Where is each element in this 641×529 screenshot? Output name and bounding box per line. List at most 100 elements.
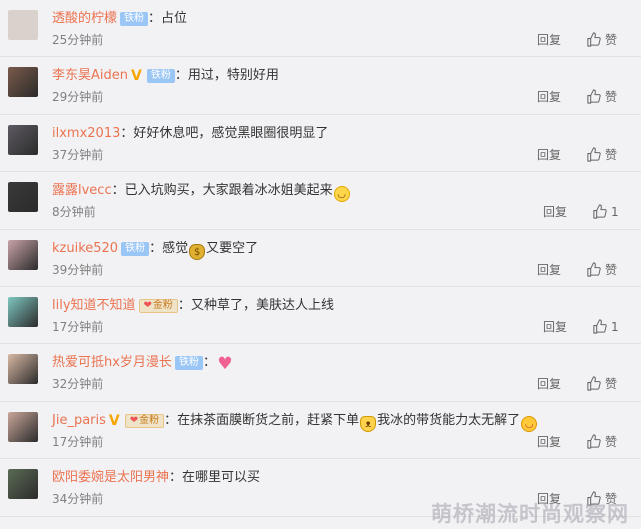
like-count: 赞	[605, 262, 618, 277]
comment-line: Jie_paris V ❤金粉 ：在抹茶面膜断货之前，赶紧下单 ᴥ 我冰的带货能力太无解了…	[52, 411, 631, 432]
comment-text-continued: 又要空了	[206, 240, 259, 256]
thumbs-up-icon	[592, 319, 607, 339]
colon-separator: ：	[202, 355, 216, 371]
username-link[interactable]: 热爱可抵hx岁月漫长	[52, 355, 172, 370]
like-count: 赞	[605, 377, 618, 392]
reply-button[interactable]: 回复	[537, 261, 561, 279]
verified-v-icon: V	[131, 68, 142, 85]
colon-separator: ：	[148, 11, 162, 26]
comment-time: 29分钟前	[52, 90, 104, 105]
comment-time: 32分钟前	[52, 377, 104, 392]
comment-text: 占位	[161, 11, 188, 26]
avatar[interactable]	[8, 124, 38, 155]
like-count: 赞	[605, 434, 618, 449]
reply-button[interactable]: 回复	[543, 203, 567, 221]
username-link[interactable]: 李东昊Aiden	[52, 68, 128, 83]
fan-badge[interactable]: 铁粉	[120, 12, 149, 26]
comment-item: 热爱可抵hx岁月漫长 铁粉 ：♥ 32分钟前 回复 赞	[0, 344, 641, 402]
reply-button[interactable]: 回复	[537, 375, 561, 393]
avatar[interactable]	[8, 469, 38, 500]
reply-button[interactable]: 回复	[543, 318, 567, 336]
reply-button[interactable]: 回复	[537, 88, 561, 106]
avatar[interactable]	[8, 10, 38, 40]
username-link[interactable]: 欧阳委婉是太阳男神	[52, 470, 169, 485]
username-link[interactable]: 露露lvecc	[52, 183, 112, 198]
fan-badge[interactable]: 铁粉	[121, 241, 150, 256]
thumbs-up-icon	[592, 204, 607, 224]
comment-text: 在哪里可以买	[182, 470, 261, 486]
comment-list: 透酸的柠檬 铁粉 ：占位 25分钟前 回复赞李东昊Aiden V 铁粉 ：用过，特别好用 29分…	[0, 0, 641, 517]
comment-text: 感觉	[162, 240, 189, 256]
thumbs-up-icon	[586, 89, 601, 109]
grin-emoji-icon: ◡	[333, 186, 350, 203]
avatar[interactable]	[8, 182, 38, 213]
comment-line: 欧阳委婉是太阳男神：在哪里可以买	[52, 468, 631, 488]
comment-line: 李东昊Aiden V 铁粉 ：用过，特别好用	[52, 66, 631, 86]
colon-separator: ：	[120, 125, 134, 141]
heart-emoji-icon: ♥	[217, 354, 233, 375]
comment-text-continued: 我冰的带货能力太无解了	[377, 412, 521, 428]
colon-separator: ：	[111, 183, 125, 199]
username-link[interactable]: Jie_paris	[52, 413, 106, 428]
username-link[interactable]: ilxmx2013	[52, 126, 120, 141]
fan-badge[interactable]: ❤金粉	[124, 413, 165, 428]
thumbs-up-icon	[586, 434, 601, 454]
comment-item: Jie_paris V ❤金粉 ：在抹茶面膜断货之前，赶紧下单 ᴥ 我冰的带货能力太无解了…	[0, 402, 641, 460]
comment-text: 已入坑购买，大家跟着冰冰姐美起来	[124, 183, 333, 199]
fan-badge-label: 金粉	[152, 299, 173, 311]
comment-item: kzuike520 铁粉 ：感觉 $ 又要空了 39分钟前 回复 赞	[0, 230, 641, 287]
comment-text: 用过，特别好用	[187, 68, 279, 84]
fan-badge[interactable]: ❤金粉	[138, 298, 178, 313]
like-button[interactable]: 赞	[586, 31, 617, 52]
reply-button[interactable]: 回复	[537, 146, 561, 164]
fan-badge[interactable]: 铁粉	[146, 69, 175, 84]
like-button[interactable]: 赞	[586, 433, 617, 454]
comment-time: 37分钟前	[52, 147, 104, 162]
thumbs-up-icon	[586, 261, 601, 282]
tongue-emoji-icon: ◡	[521, 415, 538, 432]
avatar[interactable]	[8, 411, 38, 442]
watermark: 萌桥潮流时尚观察网	[431, 502, 629, 526]
username-link[interactable]: kzuike520	[52, 241, 118, 256]
comment-line: kzuike520 铁粉 ：感觉 $ 又要空了	[52, 239, 631, 260]
comment-text: 又种草了，美肤达人上线	[190, 297, 334, 313]
comment-text: 在抹茶面膜断货之前，赶紧下单	[177, 412, 360, 428]
bag-emoji-icon: $	[189, 243, 206, 260]
colon-separator: ：	[177, 297, 191, 313]
avatar[interactable]	[8, 296, 38, 327]
like-count: 1	[611, 205, 619, 220]
comment-line: 露露lvecc：已入坑购买，大家跟着冰冰姐美起来 ◡	[52, 181, 631, 203]
like-button[interactable]: 1	[592, 318, 619, 339]
comment-line: 热爱可抵hx岁月漫长 铁粉 ：♥	[52, 353, 631, 373]
avatar[interactable]	[8, 239, 38, 270]
comment-item: ilxmx2013：好好休息吧，感觉黑眼圈很明显了 37分钟前 回复 赞	[0, 115, 641, 173]
fan-badge-label: 铁粉	[124, 13, 145, 24]
comment-item: 李东昊Aiden V 铁粉 ：用过，特别好用 29分钟前 回复 赞	[0, 57, 641, 115]
like-count: 1	[611, 319, 619, 334]
avatar[interactable]	[8, 354, 38, 385]
like-button[interactable]: 赞	[586, 146, 617, 167]
avatar[interactable]	[8, 67, 38, 98]
thumbs-up-icon	[586, 32, 601, 52]
fan-badge-label: 铁粉	[150, 70, 171, 82]
username-link[interactable]: lily知道不知道	[52, 298, 136, 313]
comment-item: 透酸的柠檬 铁粉 ：占位 25分钟前 回复 赞	[0, 0, 641, 58]
reply-button[interactable]: 回复	[537, 31, 561, 49]
colon-separator: ：	[149, 240, 163, 256]
like-count: 赞	[605, 90, 618, 105]
fan-badge-label: 铁粉	[178, 357, 199, 369]
comment-time: 8分钟前	[52, 205, 96, 220]
like-button[interactable]: 赞	[586, 261, 617, 282]
fan-badge[interactable]: 铁粉	[174, 356, 203, 371]
username-link[interactable]: 透酸的柠檬	[52, 11, 117, 26]
like-button[interactable]: 赞	[586, 375, 617, 396]
like-button[interactable]: 赞	[586, 88, 617, 109]
comment-item: lily知道不知道 ❤金粉 ：又种草了，美肤达人上线 17分钟前 回复 1	[0, 287, 641, 345]
cat-emoji-icon: ᴥ	[360, 415, 377, 432]
like-count: 赞	[605, 147, 618, 162]
thumbs-up-icon	[586, 376, 601, 396]
like-button[interactable]: 1	[592, 203, 619, 224]
reply-button[interactable]: 回复	[537, 433, 561, 451]
comment-line: ilxmx2013：好好休息吧，感觉黑眼圈很明显了	[52, 124, 631, 144]
fan-badge-label: 铁粉	[125, 242, 146, 254]
